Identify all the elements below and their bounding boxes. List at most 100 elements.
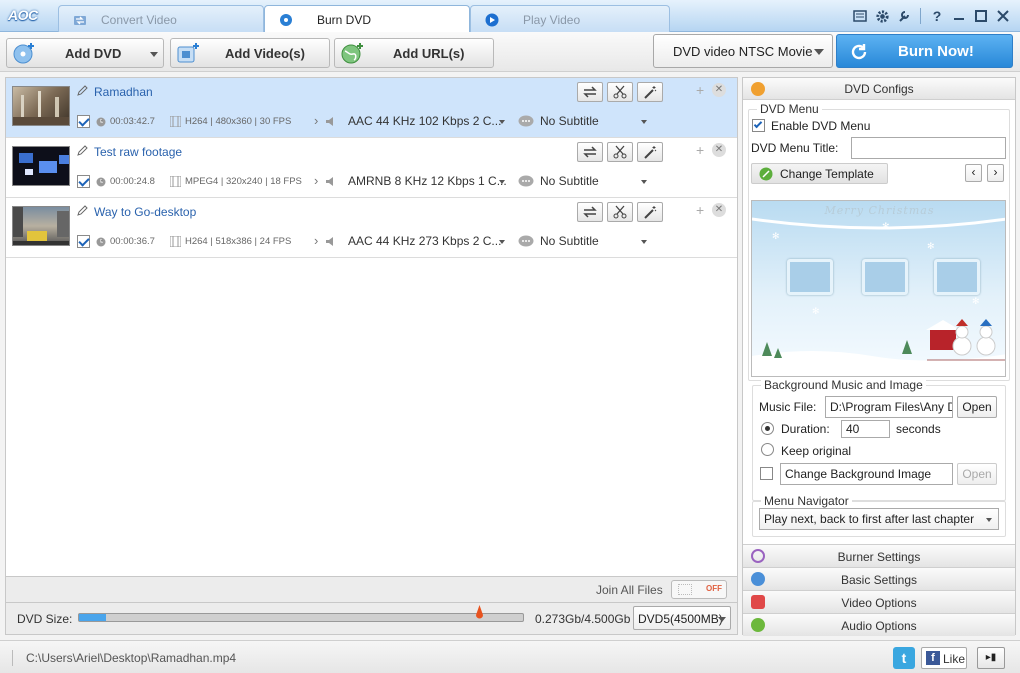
video-info: H264 | 480x360 | 30 FPS xyxy=(185,116,292,127)
audio-track-dropdown[interactable]: AAC 44 KHz 102 Kbps 2 C... xyxy=(348,114,501,128)
snow-arc-decoration xyxy=(752,217,1005,230)
convert-button[interactable] xyxy=(577,82,603,102)
change-background-input[interactable]: Change Background Image xyxy=(780,463,953,485)
template-preview: Merry Christmas ✻ ✻ ✻ ✻ ✻ xyxy=(751,200,1006,377)
convert-button[interactable] xyxy=(577,202,603,222)
help-icon[interactable]: ? xyxy=(928,7,946,25)
rename-pencil-icon[interactable] xyxy=(76,85,88,97)
open-music-button[interactable]: Open xyxy=(957,396,997,418)
close-icon[interactable] xyxy=(994,7,1012,25)
button-label: Add Video(s) xyxy=(225,46,305,61)
subtitle-dropdown[interactable]: No Subtitle xyxy=(540,174,599,188)
remove-file-icon[interactable]: ✕ xyxy=(712,143,726,157)
file-row[interactable]: Way to Go-desktop 00:00:36.7 H264 | 518x… xyxy=(6,198,737,258)
keep-original-radio[interactable] xyxy=(761,443,774,456)
trim-button[interactable] xyxy=(607,82,633,102)
prev-template-button[interactable]: ‹ xyxy=(965,164,982,182)
snowflake-icon: ✻ xyxy=(972,296,980,306)
facebook-icon: f xyxy=(926,651,940,665)
speaker-icon xyxy=(326,117,333,126)
snowflake-icon: ✻ xyxy=(772,231,780,241)
menu-navigator-dropdown[interactable]: Play next, back to first after last chap… xyxy=(759,508,999,530)
change-template-button[interactable]: Change Template xyxy=(751,163,888,184)
navigator-value: Play next, back to first after last chap… xyxy=(764,512,975,526)
subtitle-bubble-icon xyxy=(518,115,534,127)
enable-dvd-menu-checkbox[interactable] xyxy=(752,119,765,132)
duration-input[interactable]: 40 xyxy=(841,420,890,438)
add-chapter-icon[interactable]: + xyxy=(696,82,704,98)
chevron-down-icon xyxy=(641,120,647,124)
next-template-button[interactable]: › xyxy=(987,164,1004,182)
button-label: Change Template xyxy=(780,167,874,181)
effect-button[interactable] xyxy=(637,142,663,162)
convert-button[interactable] xyxy=(577,142,603,162)
tab-convert-video[interactable]: Convert Video xyxy=(58,5,264,32)
output-profile-dropdown[interactable]: DVD video NTSC Movie xyxy=(653,34,833,68)
remove-file-icon[interactable]: ✕ xyxy=(712,203,726,217)
add-chapter-icon[interactable]: + xyxy=(696,202,704,218)
chapter-frame xyxy=(787,259,833,295)
facebook-like-button[interactable]: f Like xyxy=(921,647,967,669)
file-list: Ramadhan 00:03:42.7 H264 | 480x360 | 30 … xyxy=(5,77,738,577)
subtitle-bubble-icon xyxy=(518,235,534,247)
dvd-size-progress xyxy=(78,613,524,622)
settings-gear-icon[interactable] xyxy=(873,7,891,25)
rename-pencil-icon[interactable] xyxy=(76,145,88,157)
tab-label: Convert Video xyxy=(101,13,177,27)
remove-file-icon[interactable]: ✕ xyxy=(712,83,726,97)
file-checkbox[interactable] xyxy=(77,235,90,248)
effect-button[interactable] xyxy=(637,202,663,222)
media-player-toggle-icon[interactable]: ▸▮ xyxy=(977,647,1005,669)
add-urls-button[interactable]: Add URL(s) xyxy=(334,38,494,68)
chevron-down-icon xyxy=(718,617,726,622)
group-title: Background Music and Image xyxy=(761,378,926,392)
trim-button[interactable] xyxy=(607,202,633,222)
add-videos-button[interactable]: Add Video(s) xyxy=(170,38,330,68)
file-name[interactable]: Ramadhan xyxy=(94,85,153,99)
maximize-icon[interactable] xyxy=(972,7,990,25)
chevron-down-icon xyxy=(986,518,992,522)
snowflake-icon: ✻ xyxy=(927,241,935,251)
trim-button[interactable] xyxy=(607,142,633,162)
change-background-checkbox[interactable] xyxy=(760,467,773,480)
current-file-path: C:\Users\Ariel\Desktop\Ramadhan.mp4 xyxy=(26,651,237,665)
clock-icon xyxy=(96,117,106,127)
window-controls: ? xyxy=(851,7,1012,25)
add-dvd-button[interactable]: Add DVD xyxy=(6,38,164,68)
subtitle-dropdown[interactable]: No Subtitle xyxy=(540,114,599,128)
rename-pencil-icon[interactable] xyxy=(76,205,88,217)
tools-wrench-icon[interactable] xyxy=(895,7,913,25)
chevron-down-icon xyxy=(499,120,505,124)
scissors-icon xyxy=(613,145,627,159)
join-toggle[interactable]: OFF xyxy=(671,580,727,599)
tab-burn-dvd[interactable]: Burn DVD xyxy=(264,5,470,33)
disc-type-dropdown[interactable]: DVD5(4500MB) xyxy=(633,606,731,630)
file-row[interactable]: Ramadhan 00:03:42.7 H264 | 480x360 | 30 … xyxy=(6,78,737,138)
file-name[interactable]: Test raw footage xyxy=(94,145,182,159)
music-file-input[interactable]: D:\Program Files\Any DVD xyxy=(825,396,953,418)
chevron-down-icon xyxy=(814,49,824,55)
audio-track-dropdown[interactable]: AMRNB 8 KHz 12 Kbps 1 C... xyxy=(348,174,507,188)
effect-button[interactable] xyxy=(637,82,663,102)
file-name[interactable]: Way to Go-desktop xyxy=(94,205,196,219)
audio-track-dropdown[interactable]: AAC 44 KHz 273 Kbps 2 C... xyxy=(348,234,501,248)
burn-now-button[interactable]: Burn Now! xyxy=(836,34,1013,68)
file-checkbox[interactable] xyxy=(77,175,90,188)
minimize-icon[interactable] xyxy=(950,7,968,25)
add-chapter-icon[interactable]: + xyxy=(696,142,704,158)
panel-header[interactable]: DVD Configs xyxy=(743,78,1015,100)
twitter-icon[interactable]: t xyxy=(893,647,915,669)
speaker-icon xyxy=(326,237,333,246)
register-icon[interactable] xyxy=(851,7,869,25)
section-basic-settings[interactable]: Basic Settings xyxy=(743,567,1015,590)
file-row[interactable]: Test raw footage 00:00:24.8 MPEG4 | 320x… xyxy=(6,138,737,198)
section-video-options[interactable]: Video Options xyxy=(743,590,1015,613)
duration-radio[interactable] xyxy=(761,422,774,435)
file-checkbox[interactable] xyxy=(77,115,90,128)
open-background-button[interactable]: Open xyxy=(957,463,997,485)
menu-title-input[interactable] xyxy=(851,137,1006,159)
section-audio-options[interactable]: Audio Options xyxy=(743,613,1015,636)
subtitle-dropdown[interactable]: No Subtitle xyxy=(540,234,599,248)
section-burner-settings[interactable]: Burner Settings xyxy=(743,544,1015,567)
tab-play-video[interactable]: Play Video xyxy=(470,5,670,32)
